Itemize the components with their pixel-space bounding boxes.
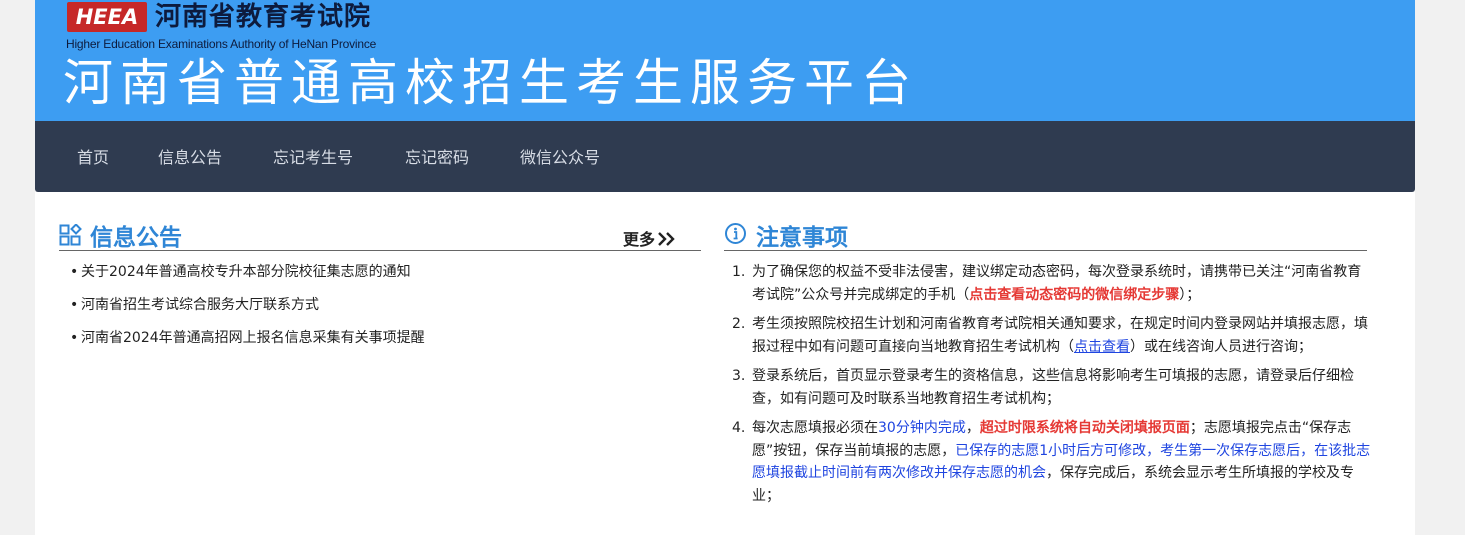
main-nav: 首页 信息公告 忘记考生号 忘记密码 微信公众号 (35, 121, 1415, 192)
grid-icon (59, 224, 82, 246)
nav-item-announcements[interactable]: 信息公告 (158, 121, 222, 192)
more-link[interactable]: 更多 (623, 226, 677, 250)
notice-highlight-red[interactable]: 超过时限系统将自动关闭填报页面 (980, 420, 1190, 436)
notice-text: ， (965, 420, 980, 436)
notice-number: 4. (732, 420, 746, 436)
site-header: HEEA 河南省教育考试院 Higher Education Examinati… (35, 0, 1415, 121)
notices-title: 注意事项 (756, 225, 848, 251)
announcements-divider (59, 250, 701, 251)
heea-logo[interactable]: HEEA (67, 2, 147, 32)
nav-item-wechat-account[interactable]: 微信公众号 (520, 121, 600, 192)
nav-item-home[interactable]: 首页 (77, 121, 109, 192)
notice-text: 每次志愿填报必须在 (752, 420, 878, 436)
notice-number: 2. (732, 316, 746, 332)
info-icon (725, 223, 746, 244)
announcements-title: 信息公告 (90, 225, 182, 251)
notice-number: 1. (732, 264, 746, 280)
notice-view-link[interactable]: 点击查看 (1074, 339, 1130, 355)
notices-divider (724, 250, 1367, 251)
notice-number: 3. (732, 368, 746, 384)
platform-title: 河南省普通高校招生考生服务平台 (63, 54, 918, 112)
announcement-item[interactable]: 关于2024年普通高校专升本部分院校征集志愿的通知 (70, 262, 425, 283)
notice-list: 1. 为了确保您的权益不受非法侵害，建议绑定动态密码，每次登录系统时，请携带已关注… (732, 261, 1372, 514)
nav-item-forgot-password[interactable]: 忘记密码 (405, 121, 469, 192)
main-content: 信息公告 更多 关于2024年普通高校专升本部分院校征集志愿的通知 河南省招生考… (35, 192, 1415, 535)
org-name-en: Higher Education Examinations Authority … (66, 37, 377, 51)
notice-highlight-red[interactable]: 点击查看动态密码的微信绑定步骤 (969, 287, 1179, 303)
notice-item: 3. 登录系统后，首页显示登录考生的资格信息，这些信息将影响考生可填报的志愿，请登… (732, 365, 1372, 410)
notice-text: ）或在线咨询人员进行咨询； (1130, 338, 1312, 355)
more-label: 更多 (623, 230, 656, 249)
notice-item: 4. 每次志愿填报必须在30分钟内完成，超过时限系统将自动关闭填报页面；志愿填报完… (732, 417, 1372, 507)
notice-item: 1. 为了确保您的权益不受非法侵害，建议绑定动态密码，每次登录系统时，请携带已关注… (732, 261, 1372, 306)
notice-text: 登录系统后，首页显示登录考生的资格信息，这些信息将影响考生可填报的志愿，请登录后… (752, 368, 1354, 407)
double-chevron-right-icon (658, 232, 675, 246)
notice-highlight-blue: 30分钟内完成 (878, 420, 966, 436)
nav-item-forgot-exam-number[interactable]: 忘记考生号 (273, 121, 353, 192)
org-name-cn: 河南省教育考试院 (155, 2, 372, 32)
announcement-item[interactable]: 河南省招生考试综合服务大厅联系方式 (70, 295, 425, 316)
notice-text: ）； (1179, 286, 1201, 303)
announcement-item[interactable]: 河南省2024年普通高招网上报名信息采集有关事项提醒 (70, 328, 425, 349)
announcement-list: 关于2024年普通高校专升本部分院校征集志愿的通知 河南省招生考试综合服务大厅联… (70, 262, 425, 361)
notice-item: 2. 考生须按照院校招生计划和河南省教育考试院相关通知要求，在规定时间内登录网站并… (732, 313, 1372, 358)
